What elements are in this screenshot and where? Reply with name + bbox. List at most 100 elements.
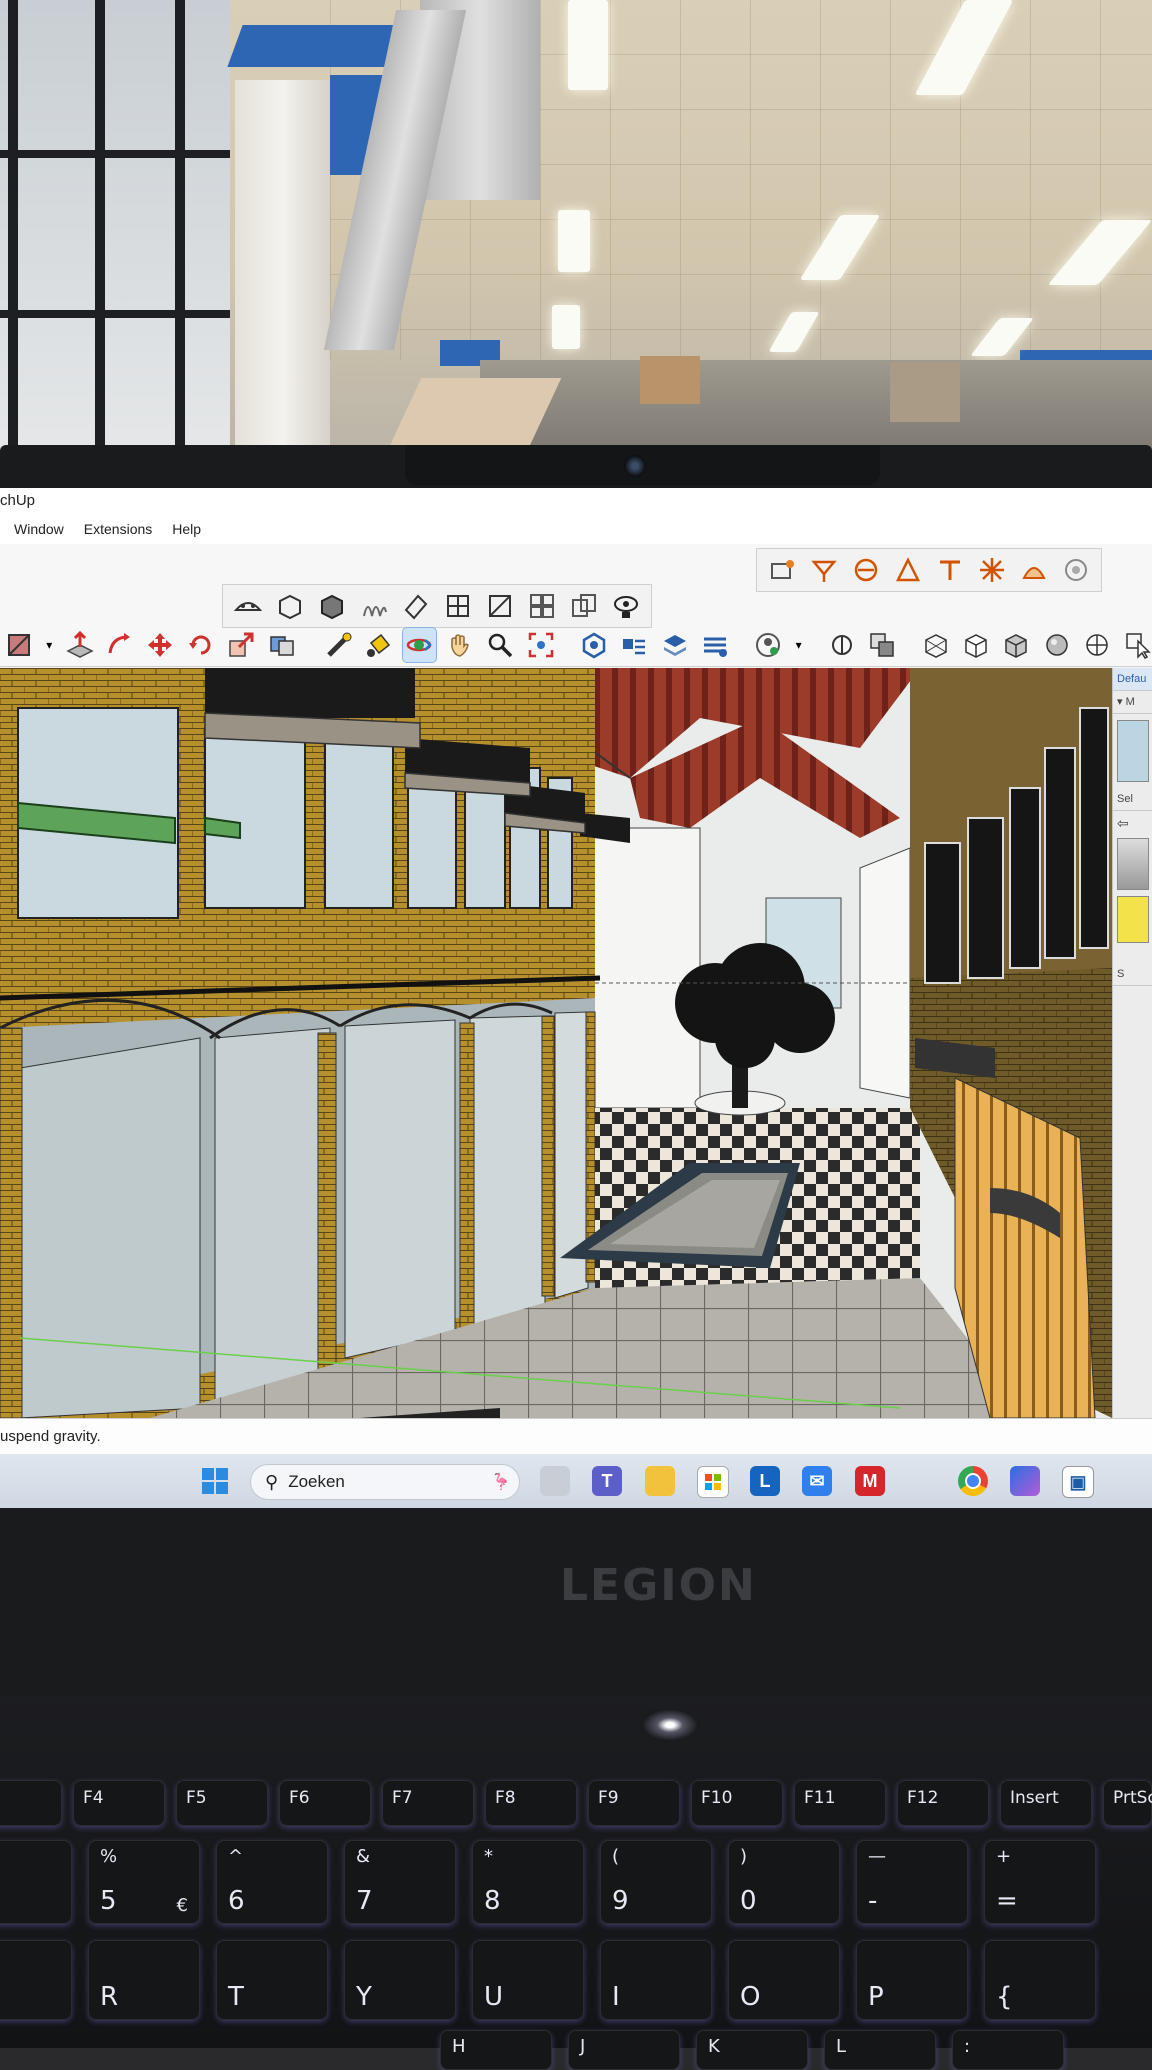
key-f12[interactable]: F12 [897,1780,989,1826]
protractor-icon[interactable] [891,553,925,587]
push-pull-icon[interactable] [63,628,96,662]
key-=[interactable]: + = [984,1840,1096,1924]
key-0[interactable]: ) 0 [728,1840,840,1924]
key-i[interactable]: I [600,1940,712,2020]
key-9[interactable]: (9 [600,1840,712,1924]
zoom-icon[interactable] [484,628,517,662]
mcafee-icon[interactable]: M [855,1466,885,1496]
extension-warehouse-icon[interactable] [617,628,650,662]
wireframe-icon[interactable] [919,628,952,662]
material-swatch-yellow[interactable] [1117,896,1149,943]
menu-help[interactable]: Help [172,514,201,544]
taskbar-search[interactable]: ⚲ Zoeken 🦩 [250,1464,520,1500]
key-prtsc[interactable]: PrtSc [1103,1780,1152,1826]
shaded-with-textures-icon[interactable] [1040,628,1073,662]
back-edges-icon[interactable] [866,628,899,662]
account-icon[interactable] [751,628,784,662]
key-{[interactable]: { [984,1940,1096,2020]
teams-icon[interactable]: T [592,1466,622,1496]
windows-start-icon[interactable] [200,1466,230,1496]
key-f6[interactable]: F6 [279,1780,371,1826]
key-:[interactable]: : [952,2030,1064,2070]
key--[interactable]: — - [856,1840,968,1924]
intersect-icon[interactable] [315,589,349,623]
chevron-down-icon[interactable]: ▾ [792,628,806,662]
sandbox-from-contours-icon[interactable] [231,589,265,623]
monochrome-icon[interactable] [1080,628,1113,662]
component-options-icon[interactable] [567,589,601,623]
key-h[interactable]: H [440,2030,552,2070]
view-tool-icon[interactable] [609,589,643,623]
key-u[interactable]: U [472,1940,584,2020]
stamp-icon[interactable] [399,589,433,623]
l-app-icon[interactable]: L [750,1466,780,1496]
key-l[interactable]: L [824,2030,936,2070]
key-f9[interactable]: F9 [588,1780,680,1826]
chrome-icon[interactable] [958,1466,988,1496]
dimension-tool-icon[interactable] [807,553,841,587]
material-swatch[interactable] [1117,720,1149,782]
style-builder-icon[interactable] [698,628,731,662]
key-insert[interactable]: Insert [1000,1780,1092,1826]
axes-tool-icon[interactable] [975,553,1009,587]
pan-hand-icon[interactable] [443,628,476,662]
shaded-icon[interactable] [1000,628,1033,662]
geo-location-icon[interactable] [1059,553,1093,587]
drape-icon[interactable] [441,589,475,623]
follow-me-icon[interactable] [103,628,136,662]
store-icon[interactable] [697,1466,729,1498]
key-5[interactable]: % 5 € [88,1840,200,1924]
scale-icon[interactable] [225,628,258,662]
key-8[interactable]: * 8 [472,1840,584,1924]
key-o[interactable]: O [728,1940,840,2020]
tray-materials-header[interactable]: ▾ M [1113,691,1152,714]
hidden-line-icon[interactable] [959,628,992,662]
tray-default-tab[interactable]: Defau [1113,668,1152,691]
sketchup-taskbar-icon[interactable]: ▣ [1062,1466,1094,1498]
menu-extensions[interactable]: Extensions [84,514,152,544]
move-icon[interactable] [144,628,177,662]
eraser-icon[interactable] [2,628,35,662]
key-f3[interactable]: F3 [0,1780,62,1826]
paint-bucket-icon[interactable] [362,628,395,662]
chevron-down-icon[interactable]: ▾ [42,628,56,662]
text-tool-icon[interactable] [933,553,967,587]
key-p[interactable]: P [856,1940,968,2020]
offset-icon[interactable] [265,628,298,662]
zoom-extents-icon[interactable] [524,628,557,662]
section-plane-icon[interactable] [849,553,883,587]
key-f7[interactable]: F7 [382,1780,474,1826]
key-j[interactable]: J [568,2030,680,2070]
key-f8[interactable]: F8 [485,1780,577,1826]
mail-icon[interactable]: ✉ [802,1466,832,1496]
rotate-icon[interactable] [184,628,217,662]
copilot-icon[interactable] [1010,1466,1040,1496]
3d-viewport[interactable] [0,668,1112,1418]
3d-warehouse-icon[interactable] [577,628,610,662]
key-k[interactable]: K [696,2030,808,2070]
key-y[interactable]: Y [344,1940,456,2020]
key-4[interactable]: $4 [0,1840,72,1924]
3d-text-icon[interactable] [1017,553,1051,587]
key-f11[interactable]: F11 [794,1780,886,1826]
outer-shell-icon[interactable] [273,589,307,623]
key-r[interactable]: R [88,1940,200,2020]
smoove-icon[interactable] [357,589,391,623]
key-f5[interactable]: F5 [176,1780,268,1826]
flip-edge-icon[interactable] [525,589,559,623]
x-ray-icon[interactable] [825,628,858,662]
key-f10[interactable]: F10 [691,1780,783,1826]
menu-window[interactable]: Window [14,514,64,544]
tape-measure-icon[interactable] [322,628,355,662]
task-view-icon[interactable] [540,1466,570,1496]
key-f4[interactable]: F4 [73,1780,165,1826]
back-arrow-icon[interactable]: ⇦ [1117,815,1149,832]
file-explorer-icon[interactable] [645,1466,675,1496]
add-detail-icon[interactable] [483,589,517,623]
key-t[interactable]: T [216,1940,328,2020]
key-e[interactable]: E [0,1940,72,2020]
layout-icon[interactable] [658,628,691,662]
orbit-icon[interactable] [401,627,438,663]
key-6[interactable]: ^ 6 [216,1840,328,1924]
select-cursor-icon[interactable] [1121,628,1152,662]
